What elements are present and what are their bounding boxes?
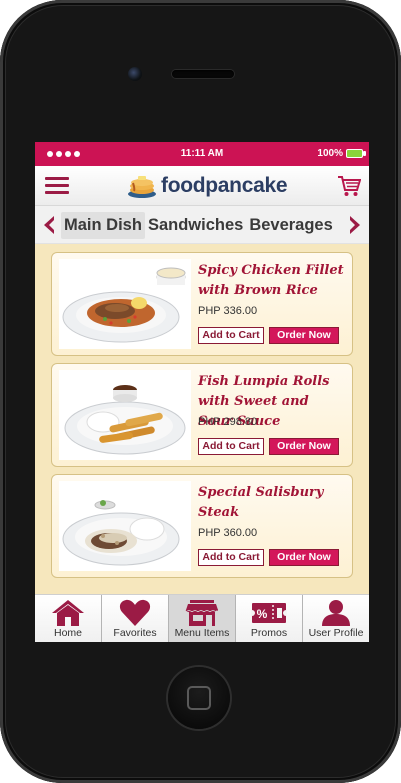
pancake-stack-icon xyxy=(128,176,156,198)
dish-name: Special Salisbury Steak xyxy=(198,485,324,520)
earpiece-speaker xyxy=(172,70,234,78)
shopping-cart-icon[interactable] xyxy=(337,175,361,197)
dish-card: Spicy Chicken Fillet with Brown Rice PHP… xyxy=(51,252,353,356)
brand-name: foodpancake xyxy=(161,174,288,197)
app-screen: 11:11 AM 100% foodpancake Main Dish Sand… xyxy=(35,142,369,642)
dish-price: PHP 360.00 xyxy=(198,527,258,539)
front-camera xyxy=(128,67,142,81)
svg-text:%: % xyxy=(257,607,268,621)
dish-price: PHP 336.00 xyxy=(198,305,258,317)
chevron-right-icon[interactable] xyxy=(348,215,362,235)
dish-card: Special Salisbury Steak PHP 360.00 Add t… xyxy=(51,474,353,578)
tab-home[interactable]: Home xyxy=(35,595,102,642)
order-now-button[interactable]: Order Now xyxy=(269,549,339,566)
tab-label: Menu Items xyxy=(174,627,230,639)
add-to-cart-button[interactable]: Add to Cart xyxy=(198,438,264,455)
hardware-home-button[interactable] xyxy=(168,667,230,729)
phone-frame: 11:11 AM 100% foodpancake Main Dish Sand… xyxy=(0,0,401,783)
dish-photo-salisbury-steak xyxy=(59,481,191,571)
category-tab-beverages[interactable]: Beverages xyxy=(246,212,335,239)
dish-photo-chicken-rice xyxy=(59,259,191,349)
dish-card: Fish Lumpia Rolls with Sweet and Sour Sa… xyxy=(51,363,353,467)
status-bar: 11:11 AM 100% xyxy=(35,142,369,166)
brand-logo: foodpancake xyxy=(127,173,288,199)
tab-label: User Profile xyxy=(308,627,364,639)
chevron-left-icon[interactable] xyxy=(42,215,56,235)
menu-list: Spicy Chicken Fillet with Brown Rice PHP… xyxy=(35,244,369,594)
order-now-button[interactable]: Order Now xyxy=(269,438,339,455)
add-to-cart-button[interactable]: Add to Cart xyxy=(198,549,264,566)
user-icon xyxy=(322,600,350,626)
add-to-cart-button[interactable]: Add to Cart xyxy=(198,327,264,344)
dish-price: PHP 298.80 xyxy=(198,416,258,428)
battery-icon xyxy=(346,149,363,158)
tab-label: Promos xyxy=(250,627,288,639)
category-bar: Main Dish Sandwiches Beverages xyxy=(35,206,369,244)
tab-label: Home xyxy=(53,627,82,639)
bottom-tab-bar: Home Favorites Menu Items % Promos User … xyxy=(35,594,369,642)
order-now-button[interactable]: Order Now xyxy=(269,327,339,344)
tab-promos[interactable]: % Promos xyxy=(236,595,303,642)
home-button-square-icon xyxy=(187,686,211,710)
category-tab-main-dish[interactable]: Main Dish xyxy=(61,211,145,239)
tab-menu-items[interactable]: Menu Items xyxy=(169,595,236,642)
app-header: foodpancake xyxy=(35,166,369,206)
dish-photo-lumpia xyxy=(59,370,191,460)
battery-tip xyxy=(363,151,366,156)
battery-percent: 100% xyxy=(317,148,343,159)
ticket-icon: % xyxy=(251,603,287,623)
category-tabs: Main Dish Sandwiches Beverages xyxy=(61,210,345,240)
tab-label: Favorites xyxy=(113,627,157,639)
hamburger-menu-icon[interactable] xyxy=(45,177,69,195)
home-icon xyxy=(52,600,84,626)
category-tab-sandwiches[interactable]: Sandwiches xyxy=(145,212,246,239)
tab-favorites[interactable]: Favorites xyxy=(102,595,169,642)
heart-icon xyxy=(119,599,151,626)
tab-user-profile[interactable]: User Profile xyxy=(303,595,369,642)
dish-name: Spicy Chicken Fillet with Brown Rice xyxy=(198,263,344,298)
store-icon xyxy=(185,600,218,626)
